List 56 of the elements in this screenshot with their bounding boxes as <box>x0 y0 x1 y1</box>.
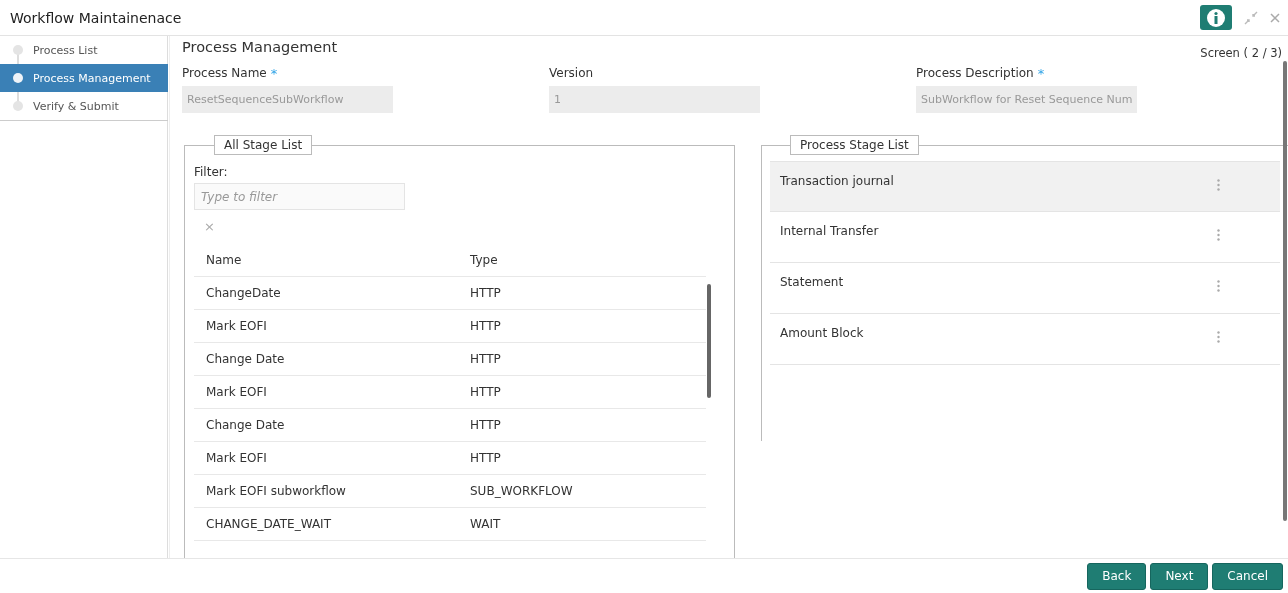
column-header: Type <box>469 253 499 267</box>
required-mark: * <box>1037 66 1045 81</box>
stage-name: Transaction journal <box>780 174 894 190</box>
kebab-menu-icon[interactable] <box>1217 229 1220 241</box>
close-icon[interactable] <box>1270 12 1280 23</box>
table-cell-text: Mark EOFI <box>205 451 268 465</box>
footer-button[interactable]: Back <box>1087 562 1147 590</box>
stage-item[interactable]: Amount Block <box>770 314 1280 365</box>
text-field[interactable]: ResetSequenceSubWorkflow <box>182 86 393 113</box>
kebab-menu-icon[interactable] <box>1217 179 1220 191</box>
table-cell-text: WAIT <box>469 517 502 531</box>
kebab-menu-icon[interactable] <box>1217 331 1220 343</box>
text-field[interactable]: 1 <box>549 86 760 113</box>
table-cell-text: Mark EOFI subworkflow <box>205 484 347 498</box>
required-mark: * <box>270 66 278 81</box>
table-cell-text: HTTP <box>469 418 502 432</box>
field-label: Process Description <box>916 66 1034 80</box>
table-cell-text: ChangeDate <box>205 286 282 300</box>
field-label: Process Name <box>182 66 267 80</box>
window-title: Workflow Maintainenace <box>10 9 183 26</box>
field-label: Version <box>549 66 594 80</box>
step-item[interactable]: Verify & Submit <box>0 92 168 120</box>
stage-name: Amount Block <box>780 326 864 342</box>
panel-legend: All Stage List <box>214 135 313 155</box>
column-header: Name <box>205 253 243 267</box>
table-cell-text: Change Date <box>205 418 286 432</box>
stage-item[interactable]: Transaction journal <box>770 161 1280 212</box>
collapse-icon[interactable] <box>1244 10 1258 25</box>
stage-item[interactable]: Statement <box>770 263 1280 314</box>
footer-button[interactable]: Cancel <box>1212 562 1283 590</box>
page-title: Process Management <box>182 39 338 55</box>
table-cell-text: HTTP <box>469 451 502 465</box>
info-button[interactable] <box>1200 5 1232 30</box>
table-cell-text: HTTP <box>469 385 502 399</box>
table-cell-text: HTTP <box>469 286 502 300</box>
text-field[interactable]: SubWorkflow for Reset Sequence Num <box>916 86 1138 113</box>
step-item[interactable]: Process Management <box>0 64 168 92</box>
scrollbar[interactable] <box>1283 61 1287 521</box>
table-cell-text: Mark EOFI <box>205 319 268 333</box>
table-cell-text: HTTP <box>469 352 502 366</box>
table-cell-text: Change Date <box>205 352 286 366</box>
stage-name: Internal Transfer <box>780 224 879 240</box>
footer-button[interactable]: Next <box>1150 562 1209 590</box>
kebab-menu-icon[interactable] <box>1217 280 1220 292</box>
table-cell-text: Mark EOFI <box>205 385 268 399</box>
step-item[interactable]: Process List <box>0 36 168 64</box>
panel-legend: Process Stage List <box>790 135 919 155</box>
table-cell-text: CHANGE_DATE_WAIT <box>205 517 332 531</box>
screen-counter: Screen ( 2 / 3) <box>1200 46 1282 60</box>
filter-label: Filter: <box>194 165 229 179</box>
table-cell-text: SUB_WORKFLOW <box>469 484 574 498</box>
table-cell-text: HTTP <box>469 319 502 333</box>
filter-field[interactable]: Type to filter <box>194 183 405 210</box>
scrollbar[interactable] <box>707 284 711 398</box>
stage-name: Statement <box>780 275 844 291</box>
stage-item[interactable]: Internal Transfer <box>770 212 1280 263</box>
